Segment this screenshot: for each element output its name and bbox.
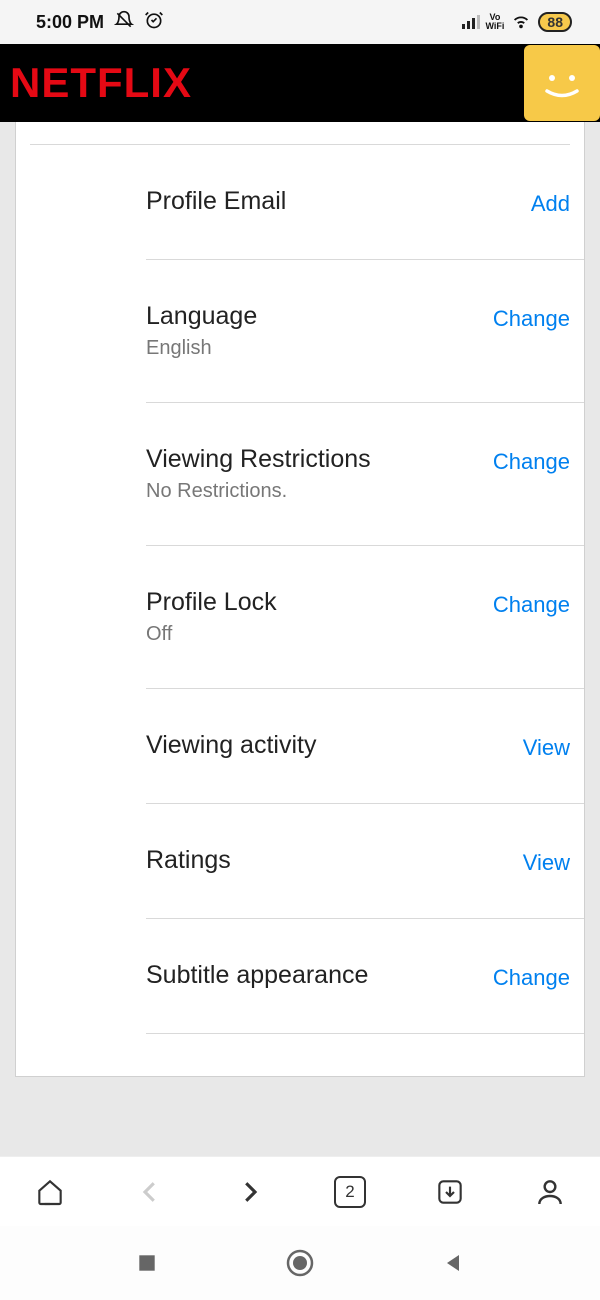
setting-language: Language English Change	[146, 260, 584, 403]
setting-title: Language	[146, 302, 257, 331]
add-link[interactable]: Add	[531, 187, 570, 217]
home-button[interactable]	[26, 1168, 74, 1216]
change-link[interactable]: Change	[493, 588, 570, 618]
app-header: NETFLIX	[0, 44, 600, 122]
setting-title: Viewing activity	[146, 731, 316, 760]
netflix-logo[interactable]: NETFLIX	[10, 59, 192, 107]
recents-button[interactable]	[127, 1243, 167, 1283]
profile-settings-card: Profile Email Add Language English Chang…	[15, 122, 585, 1077]
tab-count: 2	[334, 1176, 366, 1208]
home-system-button[interactable]	[280, 1243, 320, 1283]
wifi-icon	[510, 9, 532, 36]
setting-profile-email: Profile Email Add	[146, 145, 584, 260]
change-link[interactable]: Change	[493, 961, 570, 991]
change-link[interactable]: Change	[493, 302, 570, 332]
setting-title: Profile Lock	[146, 588, 277, 617]
dnd-icon	[114, 10, 134, 35]
back-system-button[interactable]	[433, 1243, 473, 1283]
status-time: 5:00 PM	[36, 12, 104, 33]
signal-icon	[462, 15, 480, 29]
setting-title: Viewing Restrictions	[146, 445, 371, 474]
alarm-icon	[144, 10, 164, 35]
forward-button[interactable]	[226, 1168, 274, 1216]
settings-list: Profile Email Add Language English Chang…	[16, 145, 584, 1076]
change-link[interactable]: Change	[493, 445, 570, 475]
setting-title: Subtitle appearance	[146, 961, 368, 990]
setting-sub: No Restrictions.	[146, 480, 371, 503]
setting-title: Ratings	[146, 846, 231, 875]
view-link[interactable]: View	[523, 731, 570, 761]
setting-sub: Off	[146, 623, 277, 646]
setting-profile-lock: Profile Lock Off Change	[146, 546, 584, 689]
vowifi-label: Vo WiFi	[486, 13, 505, 31]
setting-ratings: Ratings View	[146, 804, 584, 919]
system-nav-bar	[0, 1226, 600, 1300]
browser-toolbar: 2	[0, 1156, 600, 1226]
downloads-button[interactable]	[426, 1168, 474, 1216]
profile-button[interactable]	[526, 1168, 574, 1216]
setting-sub: English	[146, 337, 257, 360]
profile-avatar[interactable]	[524, 45, 600, 121]
back-button[interactable]	[126, 1168, 174, 1216]
tabs-button[interactable]: 2	[326, 1168, 374, 1216]
view-link[interactable]: View	[523, 846, 570, 876]
setting-subtitle-appearance: Subtitle appearance Change	[146, 919, 584, 1034]
setting-viewing-restrictions: Viewing Restrictions No Restrictions. Ch…	[146, 403, 584, 546]
setting-viewing-activity: Viewing activity View	[146, 689, 584, 804]
battery-indicator: 88	[538, 12, 572, 32]
status-bar: 5:00 PM Vo WiFi 88	[0, 0, 600, 44]
setting-title: Profile Email	[146, 187, 286, 216]
setting-playback-settings: Playback settings	[146, 1034, 584, 1076]
